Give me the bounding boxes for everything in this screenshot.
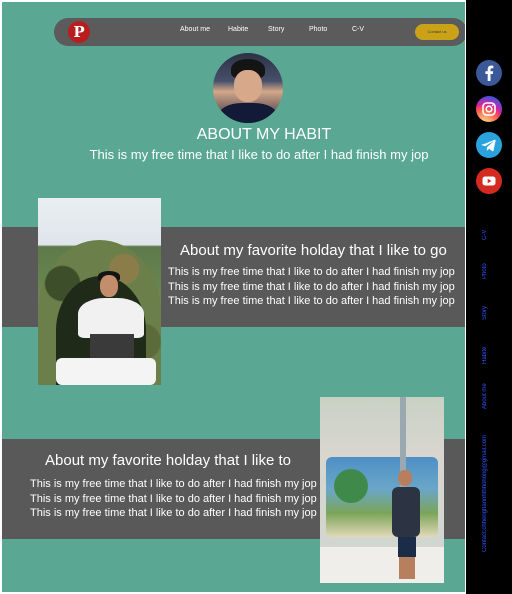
page-subtitle: This is my free time that I like to do a… bbox=[89, 147, 429, 162]
sidebar-link-habite[interactable]: Habite bbox=[482, 338, 496, 372]
telegram-icon[interactable] bbox=[476, 132, 502, 158]
sidebar-link-about-me[interactable]: About me bbox=[482, 376, 496, 416]
page-title: ABOUT MY HABIT bbox=[196, 126, 332, 143]
sidebar-link-story[interactable]: Story bbox=[482, 300, 496, 326]
sidebar-contact-email-link[interactable]: Contact:chhenghannhthhohong@gmail.com bbox=[482, 420, 496, 566]
section-1-title: About my favorite holday that I like to … bbox=[180, 242, 447, 259]
section-2-title: About my favorite holday that I like to bbox=[45, 452, 291, 469]
nav-link-photo[interactable]: Photo bbox=[309, 26, 327, 33]
nav-link-cv[interactable]: C-V bbox=[352, 26, 364, 33]
logo-glyph: P bbox=[73, 23, 85, 41]
section-1-text: This is my free time that I like to do a… bbox=[168, 266, 455, 307]
youtube-icon[interactable] bbox=[476, 168, 502, 194]
contact-us-button[interactable]: Contact us bbox=[415, 24, 459, 40]
nav-link-habite[interactable]: Habite bbox=[228, 26, 248, 33]
instagram-icon[interactable] bbox=[476, 96, 502, 122]
mural-wall-photo bbox=[320, 397, 444, 583]
top-navbar: P About me Habite Story Photo C-V Contac… bbox=[54, 18, 465, 46]
nav-link-story[interactable]: Story bbox=[268, 26, 284, 33]
pinterest-logo-icon[interactable]: P bbox=[68, 21, 90, 43]
camping-tent-photo bbox=[38, 198, 161, 385]
facebook-icon[interactable] bbox=[476, 60, 502, 86]
nav-link-about-me[interactable]: About me bbox=[180, 26, 210, 33]
section-2-text: This is my free time that I like to do a… bbox=[30, 478, 317, 519]
page-content: P About me Habite Story Photo C-V Contac… bbox=[2, 2, 465, 592]
profile-avatar bbox=[213, 53, 283, 123]
sidebar-link-photo[interactable]: Photo bbox=[482, 256, 496, 286]
social-sidebar: C-V Photo Story Habite About me Contact:… bbox=[466, 0, 512, 594]
sidebar-link-cv[interactable]: C-V bbox=[482, 222, 496, 248]
